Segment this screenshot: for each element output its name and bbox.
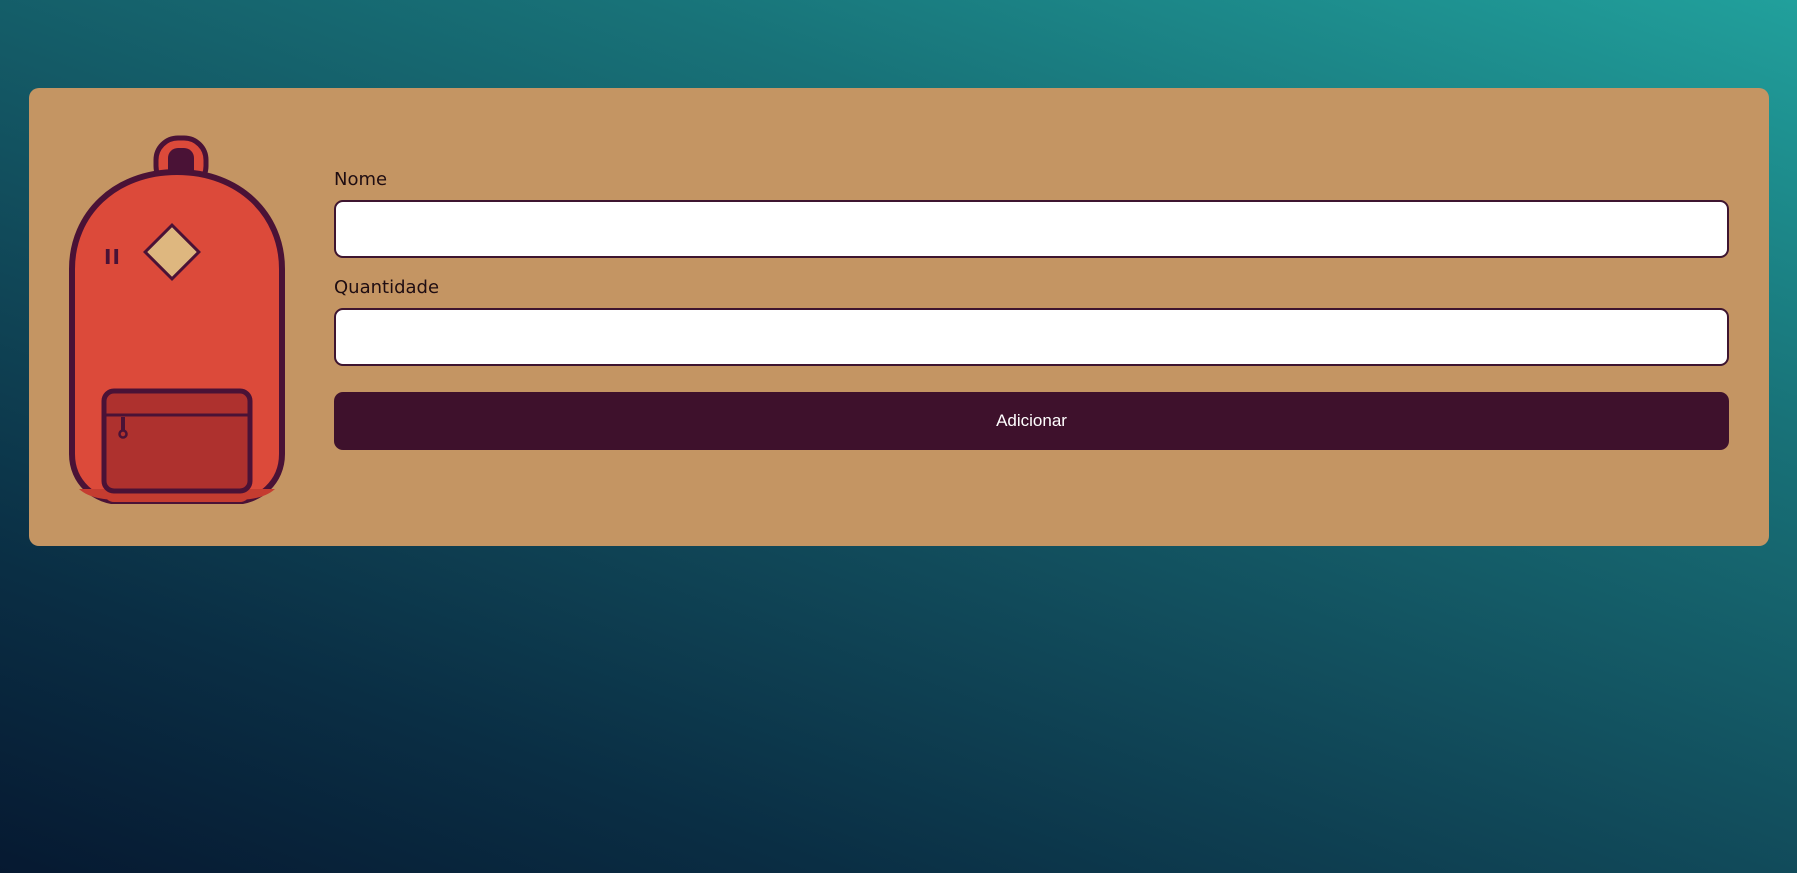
add-item-form: Nome Quantidade Adicionar: [334, 168, 1729, 450]
quantity-label: Quantidade: [334, 277, 440, 298]
backpack-badge: II: [104, 245, 121, 269]
name-label: Nome: [334, 169, 388, 190]
quantity-input[interactable]: [334, 308, 1729, 366]
form-card: II Nome Quantidade Adicionar: [29, 88, 1769, 546]
backpack-icon: [69, 135, 285, 504]
name-input[interactable]: [334, 200, 1729, 258]
add-button[interactable]: Adicionar: [334, 392, 1729, 450]
